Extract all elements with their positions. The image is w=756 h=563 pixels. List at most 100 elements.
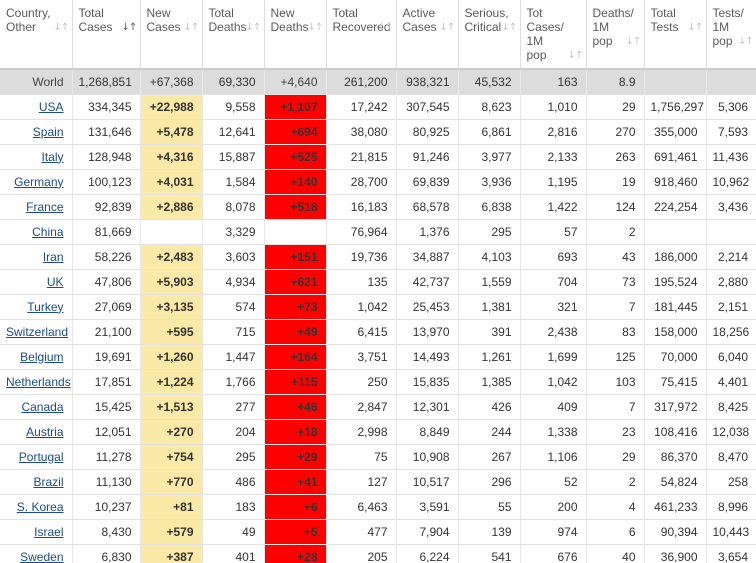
sort-both-icon[interactable]: ↓↑ [502, 22, 518, 34]
country-cell[interactable]: USA [0, 94, 73, 120]
country-link[interactable]: USA [39, 100, 64, 114]
country-cell[interactable]: Turkey [0, 294, 73, 320]
country-link[interactable]: Iran [43, 250, 64, 264]
column-header-total-deaths[interactable]: Total Deaths ↓↑ [202, 0, 265, 70]
sort-both-icon[interactable]: ↓↑ [626, 36, 642, 48]
cell-new-deaths: +41 [264, 469, 327, 495]
column-header-new-cases[interactable]: New Cases ↓↑ [140, 0, 203, 70]
sort-both-icon[interactable]: ↓↑ [568, 50, 584, 62]
cell-new-cases: +22,988 [140, 94, 203, 120]
country-link[interactable]: Portugal [19, 450, 64, 464]
cell-tot-cases-1m: 676 [520, 544, 587, 563]
country-cell[interactable]: Canada [0, 394, 73, 420]
table-row: Belgium 19,691 +1,260 1,447 +164 3,751 14,493 1… [0, 344, 756, 370]
country-cell[interactable]: S. Korea [0, 494, 73, 520]
cell-tests-1m: 11,436 [706, 144, 756, 170]
cell-deaths-1m: 8.9 [586, 69, 645, 95]
sort-both-icon[interactable]: ↓↑ [688, 22, 704, 34]
country-link[interactable]: Brazil [33, 475, 63, 489]
column-header-label-2: 1M pop [526, 34, 547, 62]
cell-new-cases: +5,903 [140, 269, 203, 295]
sort-both-icon[interactable]: ↓↑ [184, 22, 200, 34]
country-link[interactable]: France [26, 200, 63, 214]
country-link[interactable]: Netherlands [6, 375, 71, 389]
country-cell[interactable]: Netherlands [0, 369, 73, 395]
cell-tests-1m: 5,306 [706, 94, 756, 120]
column-header-tot-cases-1m-pop[interactable]: Tot Cases/1M pop ↓↑ [520, 0, 587, 70]
column-header-label: Tests/ [712, 6, 744, 20]
cell-total-cases: 47,806 [72, 269, 141, 295]
country-cell[interactable]: Switzerland [0, 319, 73, 345]
column-header-label: Total [78, 6, 104, 20]
cell-new-cases: +2,483 [140, 244, 203, 270]
country-link[interactable]: Switzerland [6, 325, 68, 339]
country-link[interactable]: Israel [34, 525, 63, 539]
country-cell[interactable]: Israel [0, 519, 73, 545]
table-row: China 81,669 3,329 76,964 1,376 295 57 2 [0, 219, 756, 245]
country-link[interactable]: Italy [41, 150, 63, 164]
country-link[interactable]: Austria [26, 425, 63, 439]
country-link[interactable]: UK [47, 275, 64, 289]
column-header-label-2: Deaths [208, 20, 247, 34]
cell-active-cases: 12,301 [396, 394, 459, 420]
cell-deaths-1m: 23 [586, 419, 645, 445]
cell-tests-1m: 3,654 [706, 544, 756, 563]
sort-both-icon[interactable]: ↓↑ [246, 22, 262, 34]
country-link[interactable]: S. Korea [17, 500, 64, 514]
country-link[interactable]: Spain [33, 125, 64, 139]
country-link[interactable]: Sweden [20, 550, 63, 563]
country-name: World [32, 74, 64, 89]
sort-both-icon[interactable]: ↓↑ [738, 36, 754, 48]
cell-deaths-1m: 2 [586, 219, 645, 245]
country-link[interactable]: Canada [21, 400, 63, 414]
country-link[interactable]: Turkey [27, 300, 63, 314]
cell-new-cases: +81 [140, 494, 203, 520]
cell-total-deaths: 715 [202, 319, 265, 345]
cell-tot-cases-1m: 163 [520, 69, 587, 95]
cell-new-cases: +3,135 [140, 294, 203, 320]
cell-tests-1m: 8,425 [706, 394, 756, 420]
sort-both-icon[interactable]: ↓↑ [308, 22, 324, 34]
cell-tests-1m: 2,214 [706, 244, 756, 270]
country-cell[interactable]: Italy [0, 144, 73, 170]
column-header-tests-1m-pop[interactable]: Tests/1M pop ↓↑ [706, 0, 756, 70]
column-header-label: New [146, 6, 171, 20]
country-link[interactable]: China [32, 225, 63, 239]
table-row: Canada 15,425 +1,513 277 +46 2,847 12,301 426 40… [0, 394, 756, 420]
country-cell[interactable]: Germany [0, 169, 73, 195]
column-header-active-cases[interactable]: Active Cases ↓↑ [396, 0, 459, 70]
column-header-label: Active [402, 6, 436, 20]
column-header-total-recovered[interactable]: Total Recovered ↓↑ [326, 0, 397, 70]
table-row: Italy 128,948 +4,316 15,887 +525 21,815 91,246… [0, 144, 756, 170]
country-cell[interactable]: Brazil [0, 469, 73, 495]
cell-tot-cases-1m: 57 [520, 219, 587, 245]
country-cell[interactable]: UK [0, 269, 73, 295]
country-cell[interactable]: Iran [0, 244, 73, 270]
country-cell[interactable]: Sweden [0, 544, 73, 563]
column-header-country-other[interactable]: Country, Other ↓↑ [0, 0, 73, 70]
cell-serious-critical: 1,261 [458, 344, 521, 370]
country-link[interactable]: Belgium [20, 350, 63, 364]
sort-both-icon[interactable]: ↓↑ [54, 22, 70, 34]
column-header-deaths-1m-pop[interactable]: Deaths/1M pop ↓↑ [586, 0, 645, 70]
sort-both-icon[interactable]: ↓↑ [440, 22, 456, 34]
table-row: Sweden 6,830 +387 401 +28 205 6,224 541 676 40 36,… [0, 544, 756, 563]
column-header-total-tests[interactable]: Total Tests ↓↑ [644, 0, 707, 70]
country-cell[interactable]: Spain [0, 119, 73, 145]
sort-desc-icon[interactable]: ↓↑ [122, 22, 138, 34]
cell-total-tests: 355,000 [644, 119, 707, 145]
column-header-total-cases[interactable]: Total Cases ↓↑ [72, 0, 141, 70]
country-cell[interactable]: Belgium [0, 344, 73, 370]
cell-total-recovered: 2,847 [326, 394, 397, 420]
country-link[interactable]: Germany [14, 175, 63, 189]
country-cell[interactable]: Austria [0, 419, 73, 445]
column-header-new-deaths[interactable]: New Deaths ↓↑ [264, 0, 327, 70]
country-cell[interactable]: Portugal [0, 444, 73, 470]
country-cell[interactable]: China [0, 219, 73, 245]
country-cell[interactable]: France [0, 194, 73, 220]
column-header-serious-critical[interactable]: Serious, Critical ↓↑ [458, 0, 521, 70]
cell-total-deaths: 15,887 [202, 144, 265, 170]
sort-both-icon[interactable]: ↓↑ [378, 22, 394, 34]
cell-total-cases: 8,430 [72, 519, 141, 545]
cell-serious-critical: 45,532 [458, 69, 521, 95]
